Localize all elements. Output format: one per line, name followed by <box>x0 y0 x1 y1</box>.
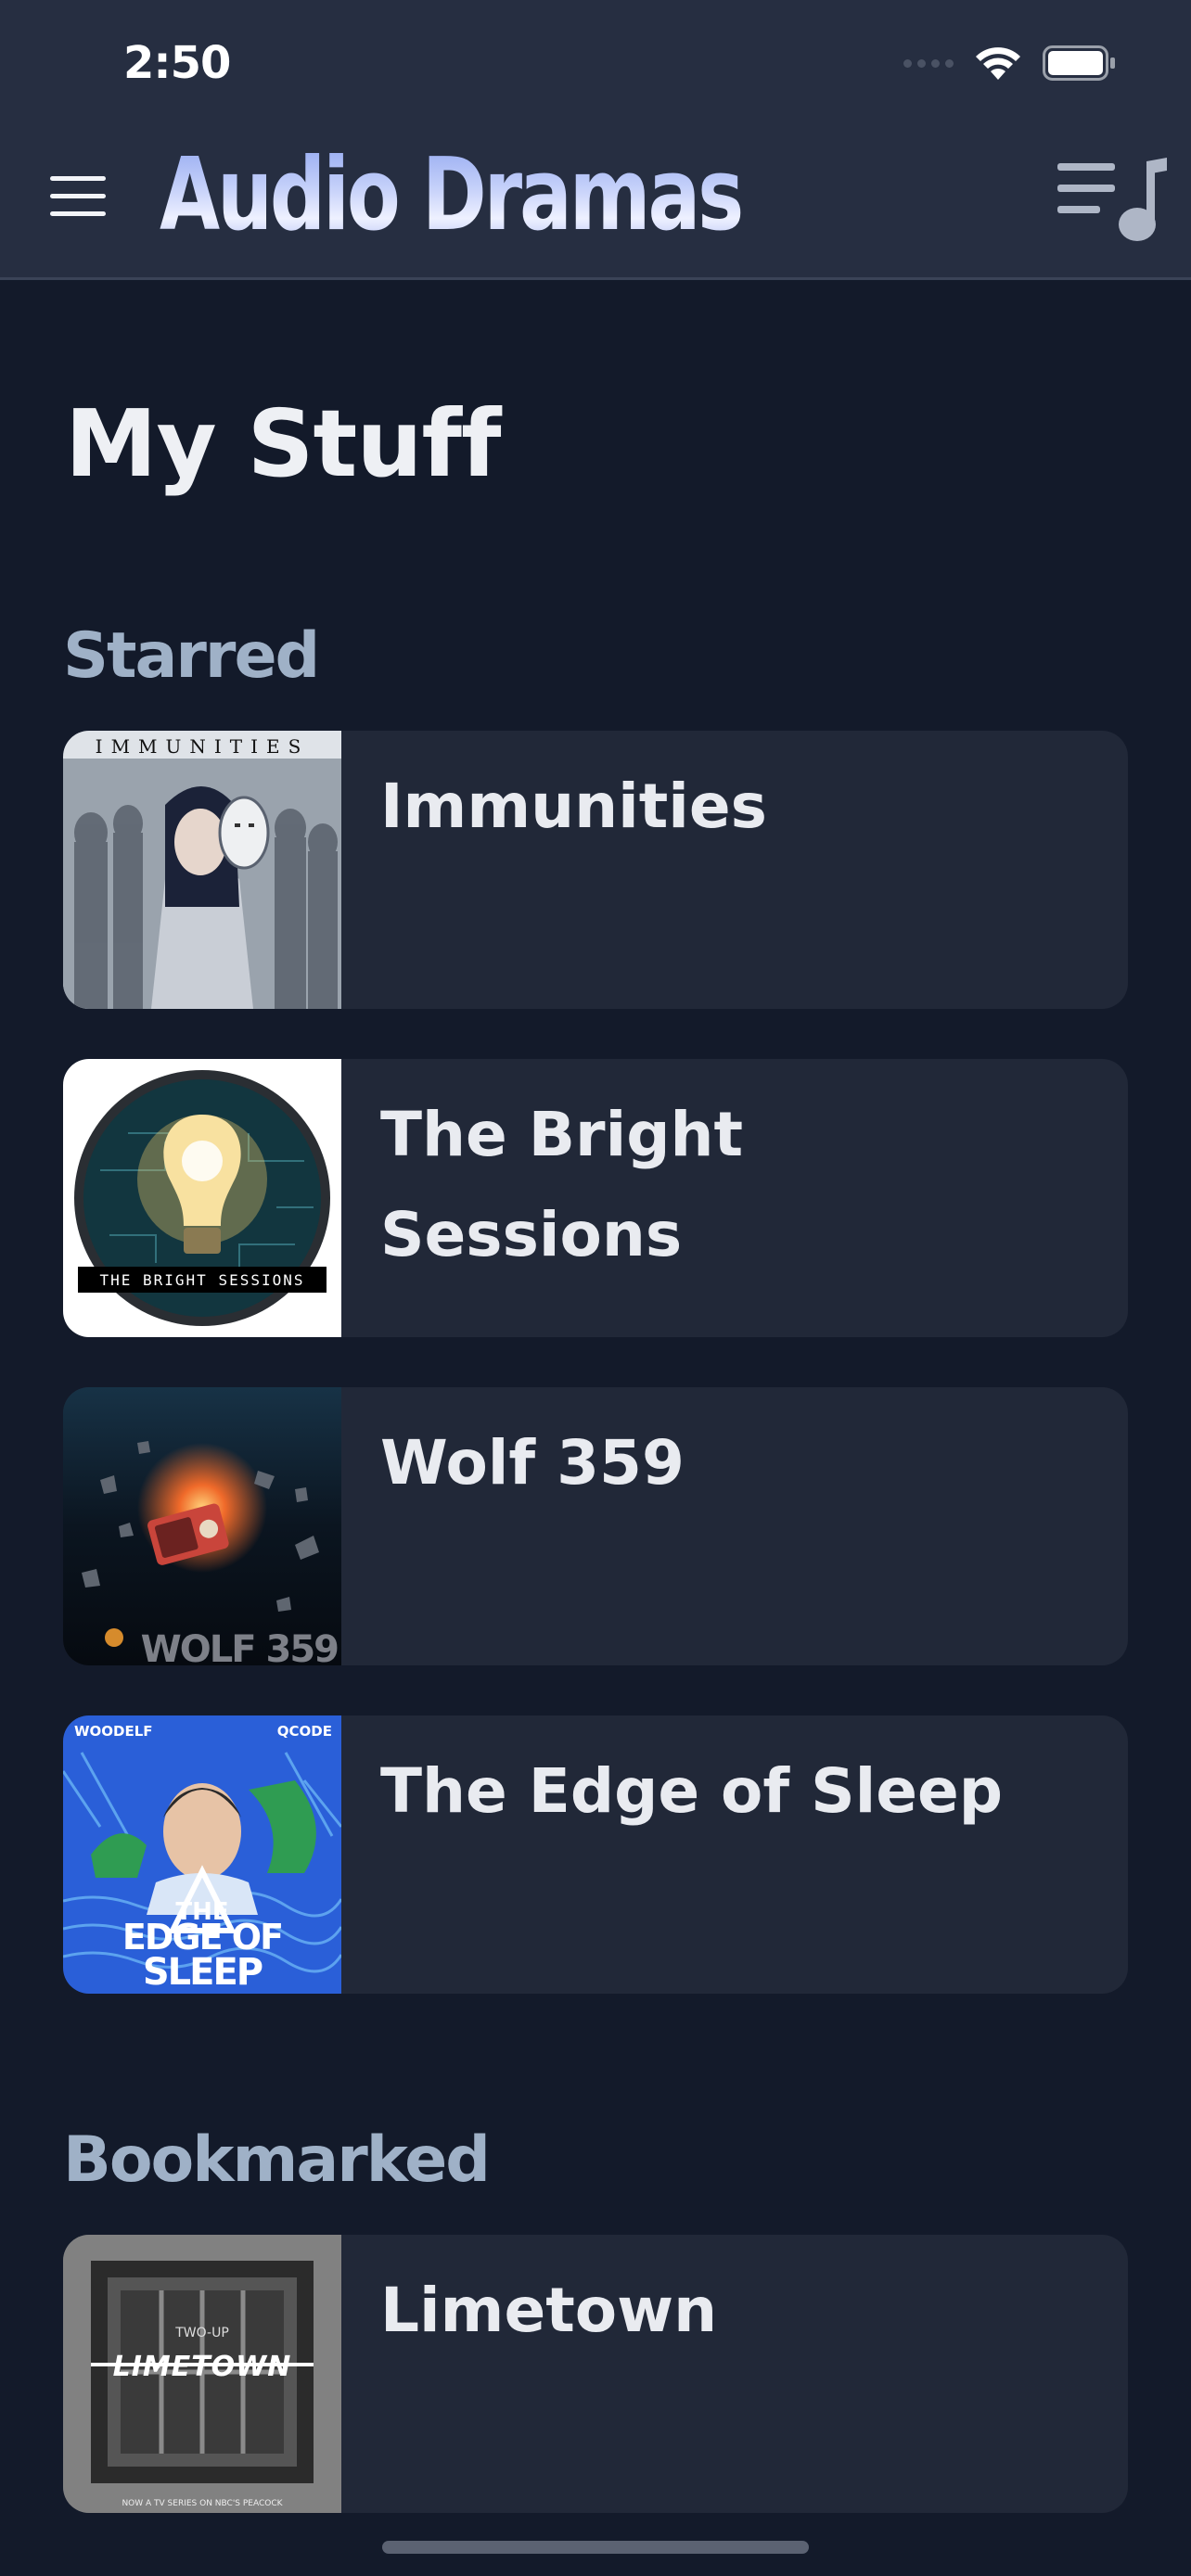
card-title: The Edge of Sleep <box>380 1755 1004 1827</box>
card-title: Limetown <box>380 2275 718 2346</box>
card-the-bright-sessions[interactable]: THE BRIGHT SESSIONS The Bright Sessions <box>63 1059 1128 1337</box>
page-title: My Stuff <box>65 389 502 498</box>
status-time: 2:50 <box>123 37 231 89</box>
card-title: Wolf 359 <box>380 1427 685 1498</box>
edge-of-sleep-artwork: WOODELF QCODE THE EDGE OF SLEEP <box>63 1715 341 1994</box>
wolf-359-artwork-text: WOLF 359 <box>141 1628 339 1665</box>
limetown-artwork-top: TWO-UP <box>174 2326 229 2340</box>
card-limetown[interactable]: TWO-UP LIMETOWN NOW A TV SERIES ON NBC'S… <box>63 2235 1128 2513</box>
card-title: The Bright Sessions <box>380 1099 744 1270</box>
card-the-edge-of-sleep[interactable]: WOODELF QCODE THE EDGE OF SLEEP The Edge… <box>63 1715 1128 1994</box>
wolf-359-artwork: WOLF 359 <box>63 1387 341 1665</box>
immunities-artwork-text: IMMUNITIES <box>96 735 310 758</box>
header: 2:50 Audio Dramas <box>0 0 1191 280</box>
section-heading-starred: Starred <box>63 619 320 693</box>
card-title: Immunities <box>380 771 767 842</box>
card-immunities[interactable]: IMMUNITIES Immunities <box>63 731 1128 1009</box>
app-title: Audio Dramas <box>160 137 744 253</box>
limetown-artwork-title: LIMETOWN <box>113 2351 292 2383</box>
battery-icon <box>1043 45 1115 81</box>
home-indicator[interactable] <box>382 2541 809 2554</box>
limetown-artwork: TWO-UP LIMETOWN NOW A TV SERIES ON NBC'S… <box>63 2235 341 2513</box>
hamburger-menu-icon[interactable] <box>48 174 108 219</box>
edge-of-sleep-brand-right: QCODE <box>277 1723 332 1740</box>
cellular-signal-icon <box>903 58 954 68</box>
bright-sessions-artwork-text: THE BRIGHT SESSIONS <box>99 1271 304 1289</box>
limetown-artwork-footer: NOW A TV SERIES ON NBC'S PEACOCK <box>122 2499 283 2508</box>
status-icons <box>903 45 1117 82</box>
card-wolf-359[interactable]: WOLF 359 Wolf 359 <box>63 1387 1128 1665</box>
section-heading-bookmarked: Bookmarked <box>63 2123 491 2197</box>
bright-sessions-artwork: THE BRIGHT SESSIONS <box>63 1059 341 1337</box>
music-queue-icon[interactable] <box>1057 158 1171 243</box>
wifi-icon <box>976 47 1020 80</box>
edge-of-sleep-artwork-line3: SLEEP <box>143 1951 263 1994</box>
edge-of-sleep-brand-left: WOODELF <box>74 1723 153 1740</box>
immunities-artwork: IMMUNITIES <box>63 731 341 1009</box>
